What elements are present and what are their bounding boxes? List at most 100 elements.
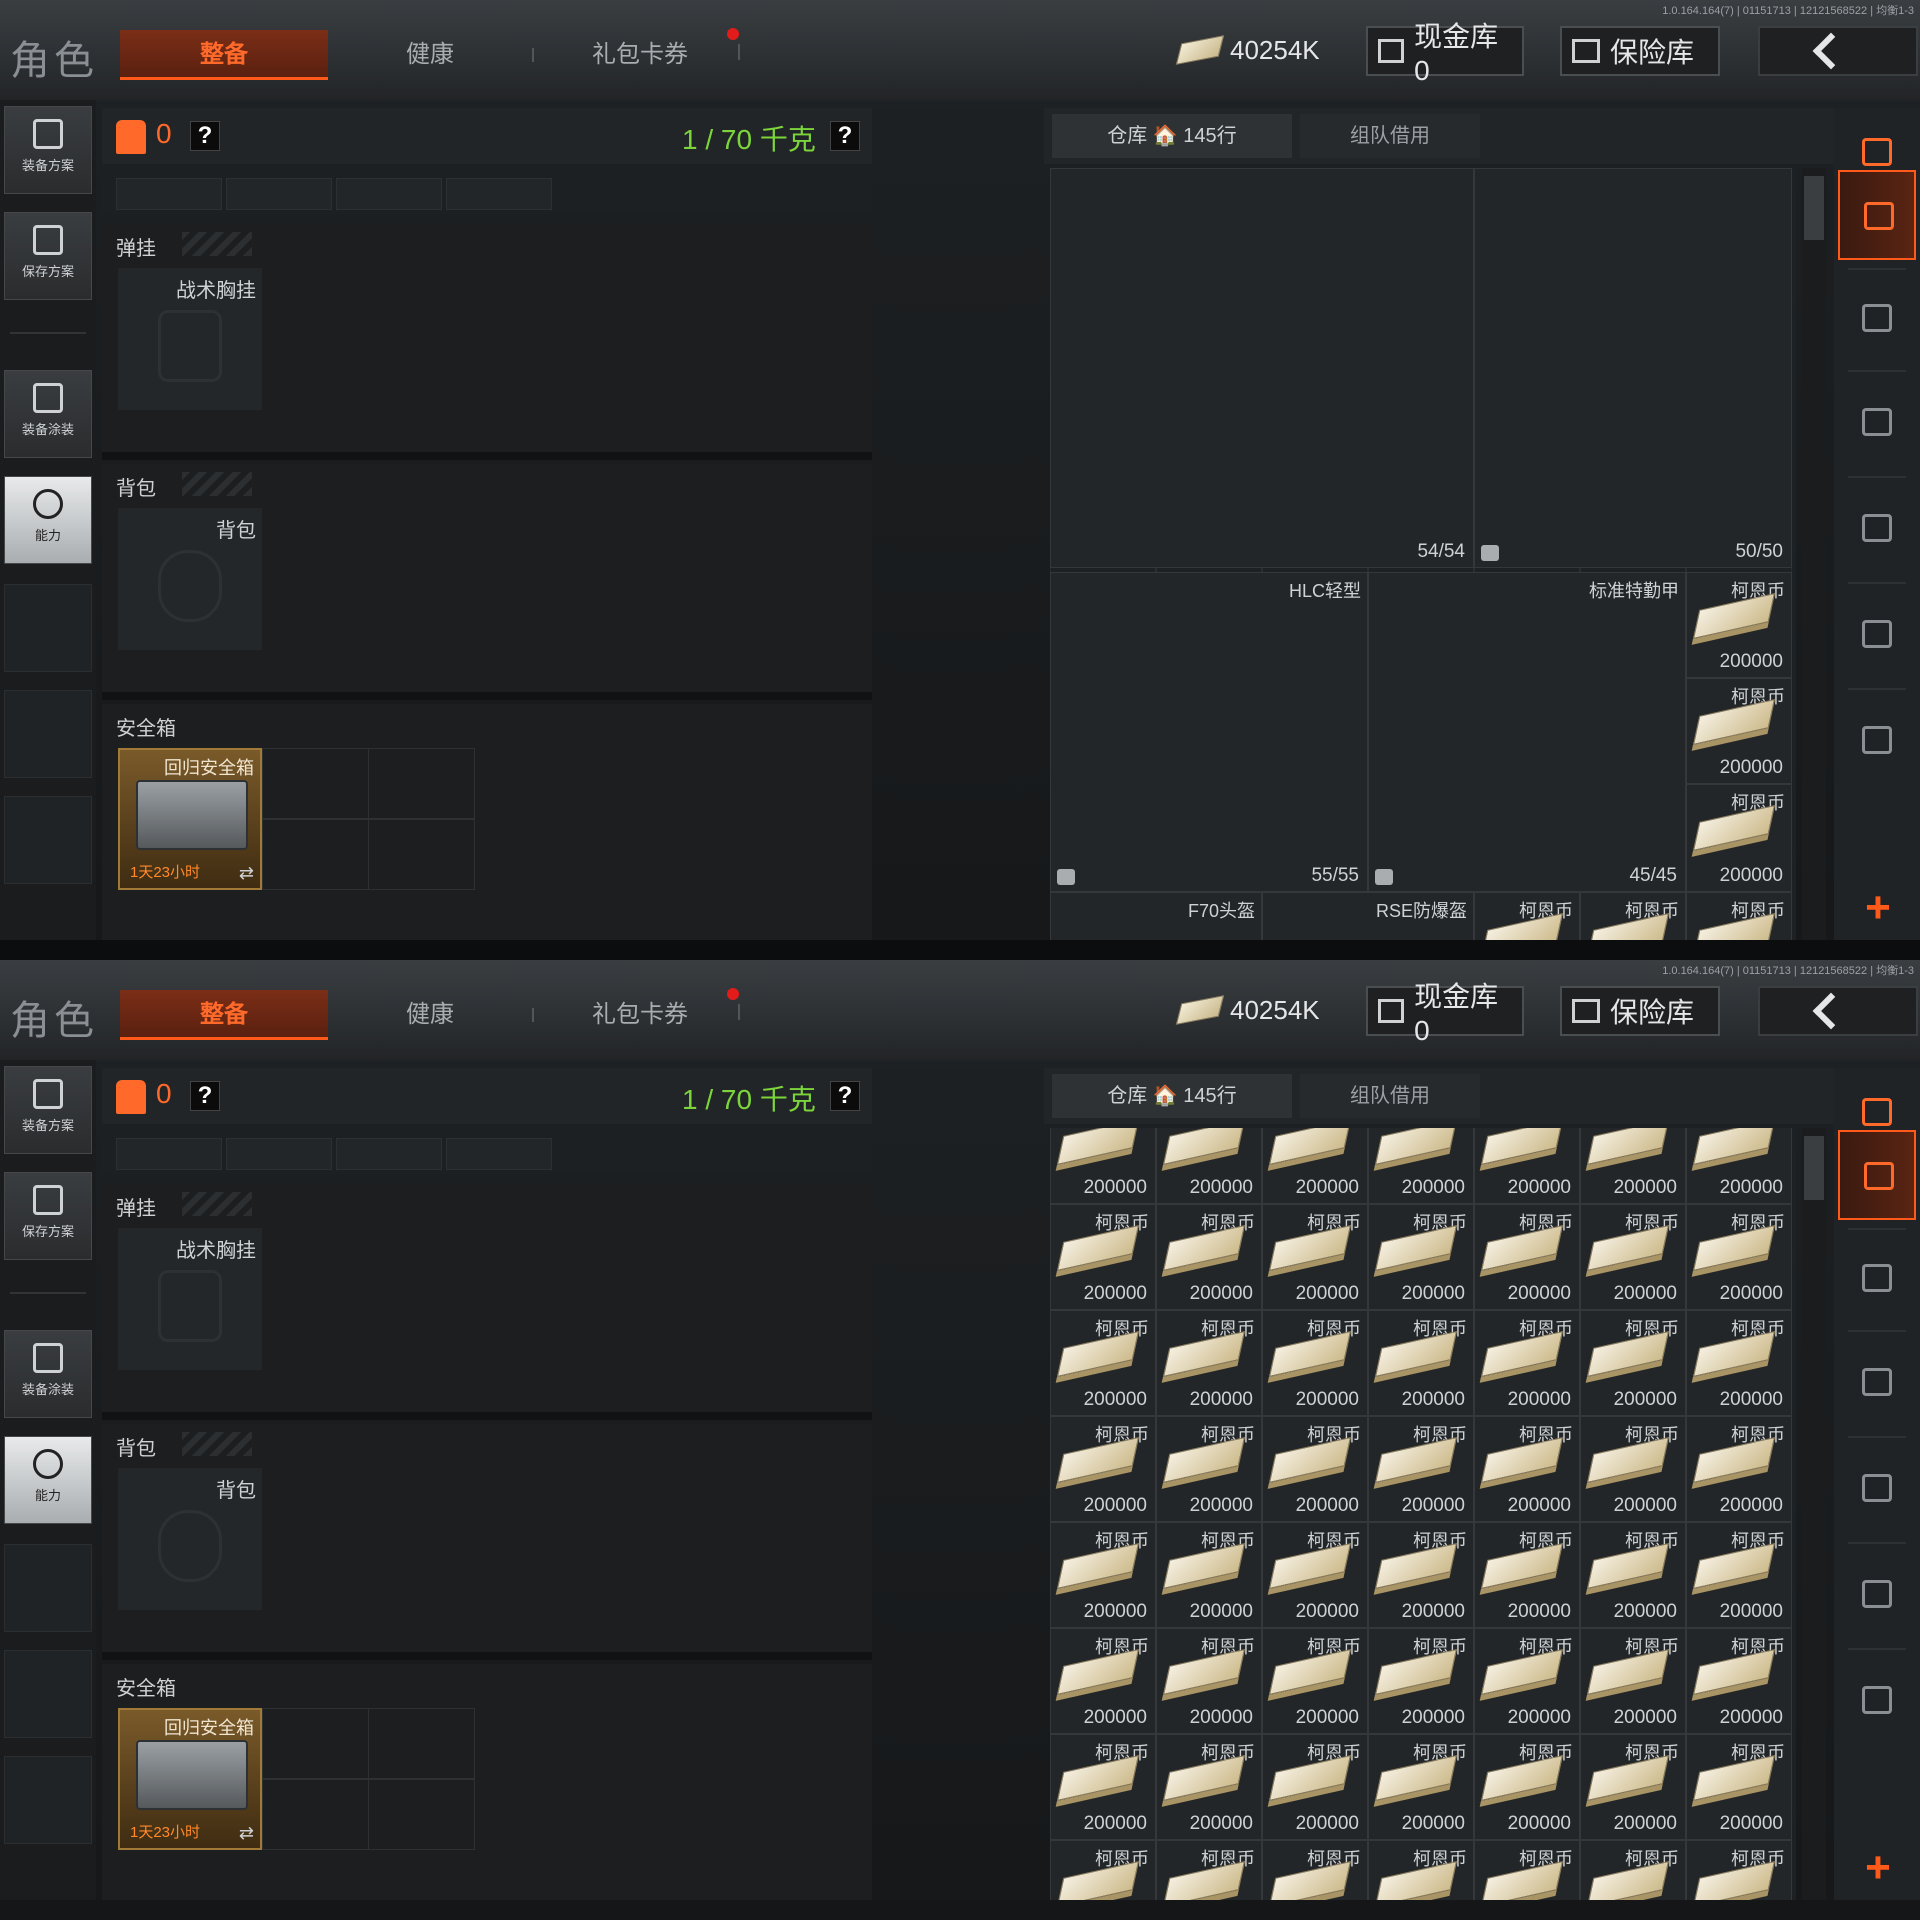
helmet-item[interactable]: F70头盔 [1050, 892, 1262, 940]
cash-item[interactable]: 柯恩币200000 [1580, 1628, 1686, 1734]
backpack-slot[interactable]: 背包 [118, 508, 262, 650]
filter-gear-button[interactable] [1838, 1656, 1916, 1746]
cash-item[interactable]: 柯恩币200000 [1368, 1522, 1474, 1628]
loadout-plan-button[interactable]: 装备方案 [4, 106, 92, 194]
cash-item[interactable]: 柯恩币200000 [1262, 1310, 1368, 1416]
insurance-vault-button[interactable]: 保险库 [1560, 26, 1720, 76]
cash-item[interactable]: 柯恩币200000 [1156, 1734, 1262, 1840]
cash-item[interactable]: 柯恩币200000 [1156, 1522, 1262, 1628]
tab-equip[interactable]: 整备 [120, 30, 328, 80]
cash-item[interactable]: 柯恩币200000 [1686, 572, 1792, 678]
cash-item[interactable]: 柯恩币200000 [1156, 1204, 1262, 1310]
cash-item[interactable]: 柯恩币200000 [1686, 892, 1792, 940]
cash-item[interactable]: 柯恩币200000 [1368, 1310, 1474, 1416]
cash-item[interactable]: 柯恩币200000 [1368, 1734, 1474, 1840]
cash-item[interactable]: 柯恩币200000 [1474, 1310, 1580, 1416]
save-plan-button[interactable]: 保存方案 [4, 1172, 92, 1260]
cash-item[interactable]: 柯恩币200000 [1156, 1310, 1262, 1416]
filter-magazine-button[interactable] [1838, 1444, 1916, 1534]
cash-item[interactable]: 柯恩币200000 [1686, 1128, 1792, 1204]
cash-item[interactable]: 柯恩币200000 [1686, 1310, 1792, 1416]
tab-team-borrow[interactable]: 组队借用 [1300, 114, 1480, 158]
filter-magazine-button[interactable] [1838, 484, 1916, 574]
scroll-thumb[interactable] [1804, 176, 1824, 240]
ability-button[interactable]: 能力 [4, 1436, 92, 1524]
cash-item[interactable]: 柯恩币200000 [1262, 1522, 1368, 1628]
cash-item[interactable]: 柯恩币200000 [1050, 1840, 1156, 1900]
cash-item[interactable]: 柯恩币200000 [1368, 1204, 1474, 1310]
tab-warehouse[interactable]: 仓库 🏠 145行 [1052, 1074, 1292, 1118]
cash-item[interactable]: 柯恩币200000 [1580, 1522, 1686, 1628]
cash-item[interactable]: 柯恩币200000 [1580, 1840, 1686, 1900]
armor-item[interactable]: HLC轻型 55/55 [1050, 572, 1368, 892]
cash-item[interactable]: 柯恩币200000 [1686, 1522, 1792, 1628]
cash-item[interactable]: 柯恩币200000 [1050, 1628, 1156, 1734]
warehouse-scrollbar[interactable] [1802, 1128, 1826, 1900]
cash-item[interactable]: 柯恩币200000 [1156, 1840, 1262, 1900]
quick-slot[interactable] [226, 178, 332, 210]
armor-item[interactable]: 54/54 [1050, 168, 1474, 568]
cash-item[interactable]: 柯恩币200000 [1262, 1128, 1368, 1204]
save-plan-button[interactable]: 保存方案 [4, 212, 92, 300]
cash-vault-button[interactable]: 现金库 0 [1366, 21, 1524, 86]
tab-health[interactable]: 健康 [380, 990, 480, 1040]
cash-item[interactable]: 柯恩币200000 [1262, 1628, 1368, 1734]
tab-health[interactable]: 健康 [380, 30, 480, 80]
cash-item[interactable]: 柯恩币200000 [1368, 1840, 1474, 1900]
cash-item[interactable]: 柯恩币200000 [1474, 1416, 1580, 1522]
cash-item[interactable]: 柯恩币200000 [1686, 1628, 1792, 1734]
cash-item[interactable]: 柯恩币200000 [1262, 1734, 1368, 1840]
cash-item[interactable]: 柯恩币200000 [1262, 1204, 1368, 1310]
tab-warehouse[interactable]: 仓库 🏠 145行 [1052, 114, 1292, 158]
filter-rifle-button[interactable] [1838, 378, 1916, 468]
cash-item[interactable]: 柯恩币200000 [1156, 1128, 1262, 1204]
cash-item[interactable]: 柯恩币200000 [1474, 1128, 1580, 1204]
cash-item[interactable]: 柯恩币200000 [1050, 1416, 1156, 1522]
quick-slot[interactable] [116, 1138, 222, 1170]
cash-item[interactable]: 柯恩币200000 [1050, 1128, 1156, 1204]
quick-slot[interactable] [446, 178, 552, 210]
help-button[interactable]: ? [830, 1081, 860, 1111]
cash-item[interactable]: 柯恩币200000 [1156, 1416, 1262, 1522]
cash-item[interactable]: 柯恩币200000 [1156, 1628, 1262, 1734]
cash-item[interactable]: 柯恩币200000 [1050, 1522, 1156, 1628]
quick-slot[interactable] [336, 1138, 442, 1170]
help-button[interactable]: ? [190, 121, 220, 151]
cash-item[interactable]: 柯恩币200000 [1686, 1416, 1792, 1522]
swap-icon[interactable]: ⇄ [239, 863, 254, 884]
swap-icon[interactable]: ⇄ [239, 1823, 254, 1844]
cash-item[interactable]: 柯恩币200000 [1262, 1840, 1368, 1900]
filter-rifle-button[interactable] [1838, 1338, 1916, 1428]
filter-all-button[interactable] [1838, 1130, 1916, 1220]
cash-item[interactable]: 柯恩币200000 [1686, 678, 1792, 784]
cash-vault-button[interactable]: 现金库 0 [1366, 981, 1524, 1046]
quick-slot[interactable] [116, 178, 222, 210]
rig-slot[interactable]: 战术胸挂 [118, 268, 262, 410]
filter-helmet-button[interactable] [1838, 1234, 1916, 1324]
cash-item[interactable]: 柯恩币200000 [1686, 1840, 1792, 1900]
filter-all-button[interactable] [1838, 170, 1916, 260]
quick-slot[interactable] [336, 178, 442, 210]
help-button[interactable]: ? [190, 1081, 220, 1111]
ability-button[interactable]: 能力 [4, 476, 92, 564]
cash-item[interactable]: 柯恩币200000 [1474, 1522, 1580, 1628]
loadout-plan-button[interactable]: 装备方案 [4, 1066, 92, 1154]
tab-team-borrow[interactable]: 组队借用 [1300, 1074, 1480, 1118]
tab-equip[interactable]: 整备 [120, 990, 328, 1040]
cash-item[interactable]: 柯恩币200000 [1580, 1310, 1686, 1416]
add-filter-button[interactable]: + [1858, 1846, 1898, 1890]
cash-item[interactable]: 柯恩币200000 [1686, 784, 1792, 892]
cash-item[interactable]: 柯恩币200000 [1368, 1628, 1474, 1734]
rig-slot[interactable]: 战术胸挂 [118, 1228, 262, 1370]
cash-item[interactable]: 柯恩币200000 [1474, 1204, 1580, 1310]
scroll-thumb[interactable] [1804, 1136, 1824, 1200]
cash-item[interactable]: 柯恩币200000 [1686, 1734, 1792, 1840]
armor-item[interactable]: 标准特勤甲 45/45 [1368, 572, 1686, 892]
cash-item[interactable]: 柯恩币200000 [1474, 892, 1580, 940]
cash-item[interactable]: 柯恩币200000 [1580, 1204, 1686, 1310]
filter-ammo-button[interactable] [1838, 590, 1916, 680]
filter-helmet-button[interactable] [1838, 274, 1916, 364]
safe-box-item[interactable]: 回归安全箱 1天23小时 ⇄ [118, 1708, 262, 1850]
back-button[interactable] [1758, 986, 1918, 1036]
back-button[interactable] [1758, 26, 1918, 76]
